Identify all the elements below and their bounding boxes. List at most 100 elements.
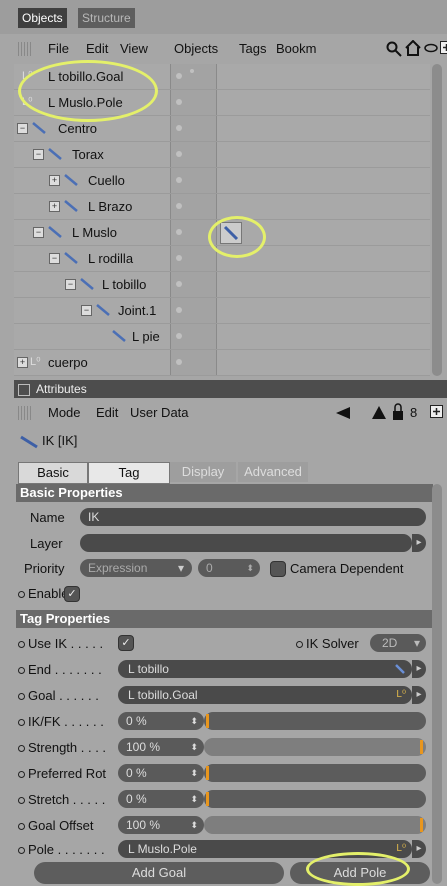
preferred-rot-slider[interactable] xyxy=(204,764,426,782)
visibility-dot-icon[interactable] xyxy=(176,125,182,131)
ik-solver-select[interactable]: 2D ▾ xyxy=(370,634,426,652)
add-panel-icon[interactable] xyxy=(440,41,447,54)
back-arrow-icon[interactable] xyxy=(336,407,352,419)
stretch-slider[interactable] xyxy=(204,790,426,808)
layer-field[interactable] xyxy=(80,534,412,552)
slider-handle[interactable] xyxy=(206,792,209,806)
animation-dot-icon[interactable] xyxy=(18,693,25,701)
tree-row-cuerpo[interactable]: + L⁰ cuerpo xyxy=(14,350,430,376)
stretch-field[interactable]: 0 % ⬍ xyxy=(118,790,204,808)
animation-dot-icon[interactable] xyxy=(18,771,25,779)
visibility-dot-icon[interactable] xyxy=(176,307,182,313)
collapse-icon[interactable]: − xyxy=(33,227,44,238)
camera-dependent-checkbox[interactable] xyxy=(270,561,286,577)
tab-structure[interactable]: Structure xyxy=(78,8,135,28)
preferred-rot-field[interactable]: 0 % ⬍ xyxy=(118,764,204,782)
expand-icon[interactable]: + xyxy=(49,201,60,212)
collapse-icon[interactable]: − xyxy=(17,123,28,134)
slider-handle[interactable] xyxy=(420,740,423,754)
menu-view[interactable]: View xyxy=(120,41,148,56)
animation-dot-icon[interactable] xyxy=(18,797,25,805)
tree-row-ltobillo[interactable]: − L tobillo xyxy=(14,272,430,298)
visibility-dot-icon[interactable] xyxy=(176,229,182,235)
visibility-dot-icon[interactable] xyxy=(176,177,182,183)
lock-icon[interactable] xyxy=(392,403,404,421)
strength-slider[interactable] xyxy=(204,738,426,756)
strength-field[interactable]: 100 % ⬍ xyxy=(118,738,204,756)
animation-dot-icon[interactable] xyxy=(18,745,25,753)
add-panel-icon[interactable] xyxy=(430,405,443,418)
tree-scrollbar[interactable] xyxy=(432,64,442,376)
animation-dot-icon[interactable] xyxy=(18,591,25,599)
pole-arrow-icon[interactable]: ▸ xyxy=(412,840,426,858)
tree-row-lpie[interactable]: L pie xyxy=(14,324,430,350)
number-icon[interactable]: 8 xyxy=(410,405,417,420)
home-icon[interactable] xyxy=(405,40,421,56)
visibility-dot-icon[interactable] xyxy=(176,203,182,209)
tab-tag[interactable]: Tag xyxy=(88,462,170,484)
priority-value-field[interactable]: 0 ⬍ xyxy=(198,559,260,577)
attributes-scrollbar[interactable] xyxy=(432,484,442,884)
tree-row-joint1[interactable]: − Joint.1 xyxy=(14,298,430,324)
visibility-dot-icon[interactable] xyxy=(176,281,182,287)
tab-display[interactable]: Display xyxy=(170,462,236,482)
menu-edit[interactable]: Edit xyxy=(96,405,118,420)
expand-icon[interactable]: + xyxy=(17,357,28,368)
visibility-dot-icon[interactable] xyxy=(190,69,194,73)
end-arrow-icon[interactable]: ▸ xyxy=(412,660,426,678)
search-icon[interactable] xyxy=(386,41,402,57)
menu-file[interactable]: File xyxy=(48,41,69,56)
tab-objects[interactable]: Objects xyxy=(18,8,67,28)
name-field[interactable]: IK xyxy=(80,508,426,526)
goal-arrow-icon[interactable]: ▸ xyxy=(412,686,426,704)
menu-user-data[interactable]: User Data xyxy=(130,405,189,420)
add-goal-button[interactable]: Add Goal xyxy=(34,862,284,884)
collapse-icon[interactable]: − xyxy=(65,279,76,290)
tab-basic[interactable]: Basic xyxy=(18,462,88,484)
end-link-field[interactable]: L tobillo xyxy=(118,660,412,678)
menu-tags[interactable]: Tags xyxy=(239,41,266,56)
animation-dot-icon[interactable] xyxy=(18,823,25,831)
menu-bookmarks[interactable]: Bookm xyxy=(276,41,316,56)
up-arrow-icon[interactable] xyxy=(372,406,386,419)
grip-icon[interactable] xyxy=(18,42,32,56)
use-ik-checkbox[interactable]: ✓ xyxy=(118,635,134,651)
goal-offset-slider[interactable] xyxy=(204,816,426,834)
goal-link-field[interactable]: L tobillo.Goal L⁰ xyxy=(118,686,412,704)
animation-dot-icon[interactable] xyxy=(296,641,303,649)
tree-row-lbrazo[interactable]: + L Brazo xyxy=(14,194,430,220)
visibility-dot-icon[interactable] xyxy=(176,255,182,261)
animation-dot-icon[interactable] xyxy=(18,667,25,675)
visibility-dot-icon[interactable] xyxy=(176,359,182,365)
menu-mode[interactable]: Mode xyxy=(48,405,81,420)
slider-handle[interactable] xyxy=(420,818,423,832)
visibility-dot-icon[interactable] xyxy=(176,333,182,339)
ikfk-slider[interactable] xyxy=(204,712,426,730)
animation-dot-icon[interactable] xyxy=(18,641,25,649)
layer-arrow-icon[interactable]: ▸ xyxy=(412,534,426,552)
animation-dot-icon[interactable] xyxy=(18,847,25,855)
visibility-dot-icon[interactable] xyxy=(176,151,182,157)
grip-icon[interactable] xyxy=(18,406,32,420)
goal-offset-field[interactable]: 100 % ⬍ xyxy=(118,816,204,834)
stepper-icon[interactable]: ⬍ xyxy=(190,816,198,834)
stepper-icon[interactable]: ⬍ xyxy=(190,712,198,730)
animation-dot-icon[interactable] xyxy=(18,719,25,727)
collapse-icon[interactable]: − xyxy=(81,305,92,316)
stepper-icon[interactable]: ⬍ xyxy=(246,559,254,577)
stepper-icon[interactable]: ⬍ xyxy=(190,790,198,808)
tab-advanced[interactable]: Advanced xyxy=(238,462,308,482)
priority-mode-select[interactable]: Expression ▾ xyxy=(80,559,192,577)
tree-row-torax[interactable]: − Torax xyxy=(14,142,430,168)
ellipse-icon[interactable] xyxy=(424,43,438,53)
enable-checkbox[interactable]: ✓ xyxy=(64,586,80,602)
menu-edit[interactable]: Edit xyxy=(86,41,108,56)
slider-handle[interactable] xyxy=(206,714,209,728)
stepper-icon[interactable]: ⬍ xyxy=(190,738,198,756)
stepper-icon[interactable]: ⬍ xyxy=(190,764,198,782)
visibility-dot-icon[interactable] xyxy=(176,73,182,79)
tree-row-cuello[interactable]: + Cuello xyxy=(14,168,430,194)
expand-icon[interactable]: + xyxy=(49,175,60,186)
visibility-dot-icon[interactable] xyxy=(176,99,182,105)
collapse-icon[interactable]: − xyxy=(33,149,44,160)
